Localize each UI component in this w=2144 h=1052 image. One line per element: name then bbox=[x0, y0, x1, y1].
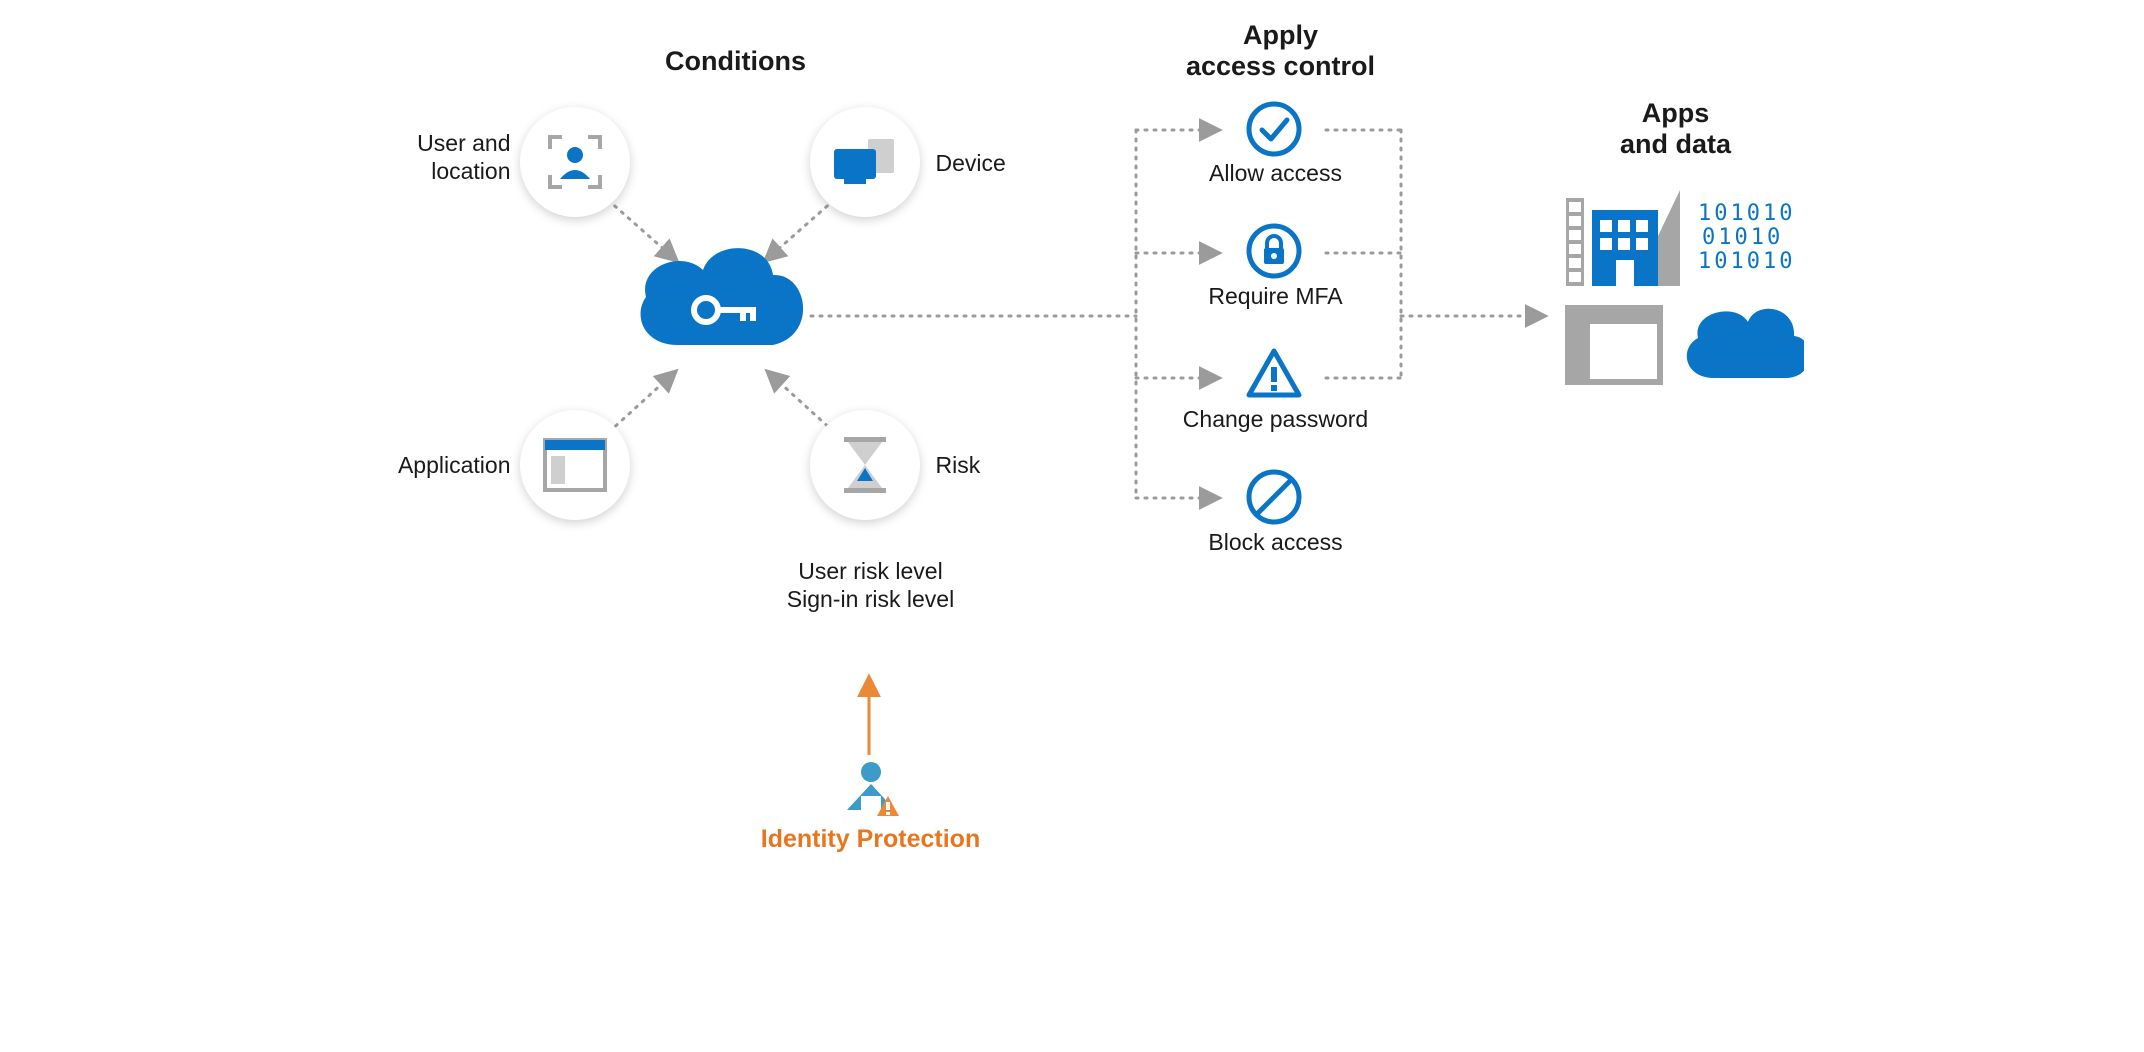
user-location-icon bbox=[544, 131, 606, 193]
icon-change-password bbox=[1245, 345, 1303, 403]
building-icon bbox=[1592, 190, 1680, 286]
device-icon bbox=[832, 137, 898, 187]
label-risk: Risk bbox=[936, 452, 1056, 480]
application-icon bbox=[543, 438, 607, 492]
cloud-icon bbox=[1686, 309, 1803, 378]
svg-text:101010: 101010 bbox=[1698, 249, 1795, 274]
icon-block-access bbox=[1245, 468, 1303, 526]
identity-protection-icon bbox=[841, 758, 901, 818]
heading-access-l1: Apply bbox=[1243, 20, 1318, 50]
label-identity-protection: Identity Protection bbox=[746, 824, 996, 854]
cloud-key-icon bbox=[628, 235, 813, 365]
hourglass-icon bbox=[842, 435, 888, 495]
node-application bbox=[520, 410, 630, 520]
node-user-location bbox=[520, 107, 630, 217]
heading-apps-l2: and data bbox=[1620, 129, 1731, 159]
label-mfa: Require MFA bbox=[1186, 283, 1366, 311]
node-device bbox=[810, 107, 920, 217]
heading-conditions: Conditions bbox=[586, 46, 886, 77]
window-icon bbox=[1568, 308, 1660, 382]
svg-text:01010: 01010 bbox=[1702, 225, 1783, 250]
lock-circle-icon bbox=[1245, 222, 1303, 280]
diagram-root: Conditions Apply access control Apps and… bbox=[306, 0, 1839, 900]
icon-require-mfa bbox=[1245, 222, 1303, 280]
node-risk bbox=[810, 410, 920, 520]
label-risk-detail: User risk level Sign-in risk level bbox=[766, 558, 976, 613]
binary-icon: 101010 bbox=[1698, 201, 1795, 226]
warning-triangle-icon bbox=[1245, 345, 1303, 403]
heading-apps-l1: Apps bbox=[1642, 98, 1710, 128]
heading-access-l2: access control bbox=[1186, 51, 1375, 81]
label-device: Device bbox=[936, 150, 1056, 178]
block-circle-icon bbox=[1245, 468, 1303, 526]
icon-allow-access bbox=[1245, 100, 1303, 158]
heading-apps: Apps and data bbox=[1596, 98, 1756, 160]
heading-access: Apply access control bbox=[1176, 20, 1386, 82]
label-block: Block access bbox=[1186, 529, 1366, 557]
check-circle-icon bbox=[1245, 100, 1303, 158]
label-application: Application bbox=[366, 452, 511, 480]
apps-data-graphic: 101010 01010 101010 bbox=[1564, 180, 1804, 400]
node-cloud-key bbox=[628, 235, 813, 365]
label-user-location: User and location bbox=[376, 130, 511, 185]
label-allow: Allow access bbox=[1186, 160, 1366, 188]
label-changepw: Change password bbox=[1171, 406, 1381, 434]
